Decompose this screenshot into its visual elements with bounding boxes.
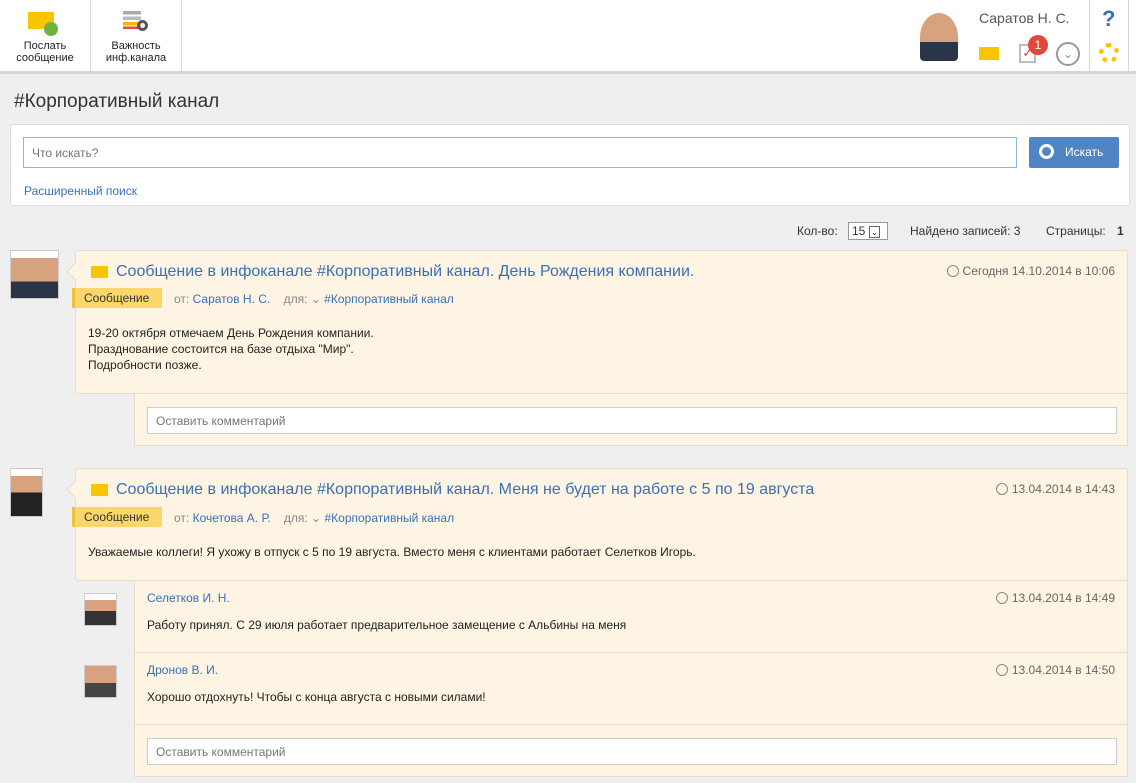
send-label: Послать сообщение [16,40,74,64]
reply-avatar[interactable] [84,593,117,626]
chevron-down-icon[interactable]: ⌄ [1056,42,1080,66]
to-label: для: [283,511,308,525]
gear-icon [137,20,148,31]
date-text: 13.04.2014 в 14:50 [1011,663,1115,677]
page-number[interactable]: 1 [1117,224,1124,238]
user-name[interactable]: Саратов Н. С. [979,10,1070,26]
search-icon [1039,144,1054,159]
reply-text: Хорошо отдохнуть! Чтобы с конца августа … [147,690,486,704]
search-button[interactable]: Искать [1029,137,1119,168]
post-title[interactable]: Сообщение в инфоканале #Корпоративный ка… [116,481,814,499]
author-avatar[interactable] [10,250,59,299]
settings-gear-icon[interactable] [1099,43,1119,63]
comment-box [134,724,1128,777]
post-meta: от: Саратов Н. С. для: ⌄ #Корпоративный … [174,292,454,306]
clock-icon [946,265,959,277]
post-date: Сегодня 14.10.2014 в 10:06 [946,264,1115,278]
author-avatar[interactable] [10,468,43,517]
author-link[interactable]: Кочетова А. Р. [193,511,271,525]
send-message-button[interactable]: Послать сообщение [0,0,91,71]
date-text: 13.04.2014 в 14:49 [1011,591,1115,605]
help-icon[interactable]: ? [1102,6,1115,32]
user-avatar[interactable] [920,13,958,61]
chevron-down-icon[interactable]: ⌄ [311,292,321,306]
body-line: Подробности позже. [88,358,202,372]
post-date: 13.04.2014 в 14:43 [995,482,1115,496]
count-label: Кол-во: [797,224,838,238]
tasks-badge: 1 [1028,35,1048,55]
advanced-search-link[interactable]: Расширенный поиск [24,184,137,198]
count-select[interactable]: 15 ⌄ [848,222,888,240]
date-text: 13.04.2014 в 14:43 [1011,482,1115,496]
author-link[interactable]: Саратов Н. С. [193,292,271,306]
comment-input[interactable] [147,738,1117,765]
comment-input[interactable] [147,407,1117,434]
post-card: Сообщение в инфоканале #Корпоративный ка… [72,250,1128,394]
count-value: 15 [852,224,866,238]
type-tag: Сообщение [72,507,162,527]
reply-date: 13.04.2014 в 14:49 [995,591,1115,605]
body-line: Празднование состоится на базе отдыха "М… [88,342,354,356]
chevron-down-icon[interactable]: ⌄ [311,511,321,525]
reply-date: 13.04.2014 в 14:50 [995,663,1115,677]
envelope-icon [91,266,108,278]
found-count: Найдено записей: 3 [910,224,1021,238]
reply: Селетков И. Н. 13.04.2014 в 14:49 Работу… [134,580,1128,653]
from-label: от: [174,511,190,525]
arrow-icon [44,22,58,36]
type-tag: Сообщение [72,288,162,308]
from-label: от: [174,292,190,306]
envelope-icon [91,484,108,496]
to-label: для: [283,292,308,306]
post-title[interactable]: Сообщение в инфоканале #Корпоративный ка… [116,263,694,281]
clock-icon [995,483,1008,495]
pages-label: Страницы: [1046,224,1106,238]
search-input[interactable] [23,137,1017,168]
search-button-label: Искать [1065,145,1104,159]
comment-box [134,393,1128,446]
post-meta: от: Кочетова А. Р. для: ⌄ #Корпоративный… [174,511,454,525]
page-title: #Корпоративный канал [14,91,220,112]
mail-icon[interactable] [979,47,999,60]
channel-link[interactable]: #Корпоративный канал [324,292,454,306]
search-panel: Искать Расширенный поиск [10,124,1130,206]
importance-label: Важность инф.канала [105,40,167,64]
post-body: Уважаемые коллеги! Я ухожу в отпуск с 5 … [88,544,696,560]
reply-avatar[interactable] [84,665,117,698]
clock-icon [995,592,1008,604]
reply: Дронов В. И. 13.04.2014 в 14:50 Хорошо о… [134,652,1128,725]
channel-importance-button[interactable]: Важность инф.канала [91,0,182,71]
post-body: 19-20 октября отмечаем День Рождения ком… [88,325,374,373]
body-line: 19-20 октября отмечаем День Рождения ком… [88,326,374,340]
divider [1128,0,1129,71]
reply-author[interactable]: Дронов В. И. [147,663,218,677]
body-line: Уважаемые коллеги! Я ухожу в отпуск с 5 … [88,545,696,559]
top-toolbar: Послать сообщение Важность инф.канала Са… [0,0,1136,74]
date-text: Сегодня 14.10.2014 в 10:06 [962,264,1115,278]
reply-text: Работу принял. С 29 июля работает предва… [147,618,627,632]
reply-author[interactable]: Селетков И. Н. [147,591,230,605]
post-card: Сообщение в инфоканале #Корпоративный ка… [72,468,1128,581]
clock-icon [995,664,1008,676]
divider [1089,0,1090,71]
channel-link[interactable]: #Корпоративный канал [324,511,454,525]
